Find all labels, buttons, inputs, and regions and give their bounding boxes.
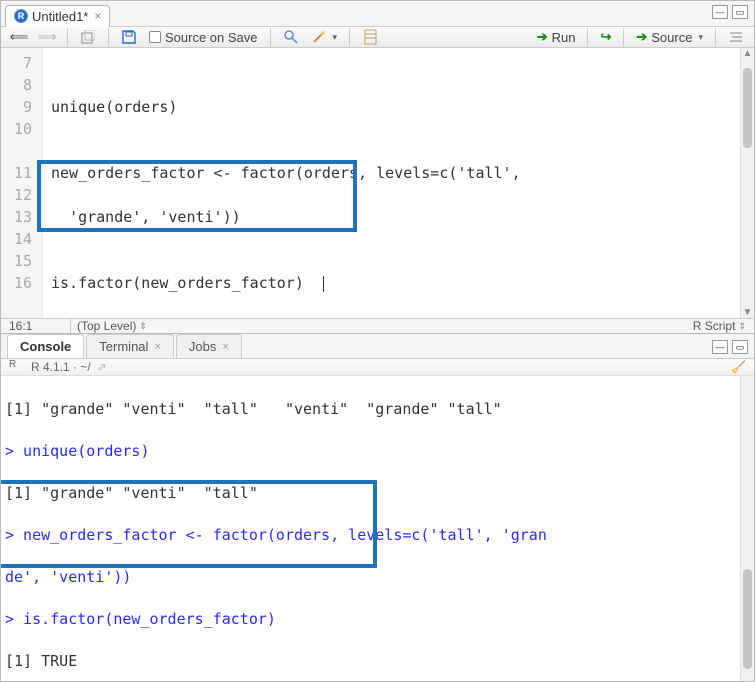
code-line: is.factor(new_orders_factor) (51, 272, 748, 294)
save-button[interactable] (117, 27, 141, 47)
source-label: Source (651, 30, 692, 45)
console-line: [1] TRUE (5, 651, 748, 672)
tab-label: Terminal (99, 339, 148, 354)
close-tab-icon[interactable]: × (154, 341, 160, 353)
line-number: 15 (1, 250, 32, 272)
source-on-save-label: Source on Save (165, 30, 258, 45)
updown-icon: ⇕ (738, 321, 746, 332)
console-pane: Console Terminal × Jobs × — ▭ R R 4.1.1 · … (1, 333, 754, 681)
chevron-down-icon: ▾ (696, 32, 703, 43)
console-line: de', 'venti')) (5, 567, 748, 588)
editor-tabs-bar: R Untitled1* × — ▭ (1, 1, 754, 27)
line-number: 16 (1, 272, 32, 294)
arrow-right-icon: ⟹ (39, 29, 55, 45)
tab-label: Jobs (189, 339, 216, 354)
compile-report-button[interactable] (358, 27, 382, 47)
editor-toolbar: ⟸ ⟹ Source on Save ▾ ➔ Run (1, 27, 754, 48)
console-line: > is.factor(new_orders_factor) (5, 609, 748, 630)
console-header: R R 4.1.1 · ~/ ⇗ 🧹 (1, 359, 754, 376)
popout-icon (80, 29, 96, 45)
editor-scrollbar-vertical[interactable]: ▲ ▼ (740, 48, 754, 318)
updown-icon: ⇕ (139, 321, 147, 332)
popout-icon[interactable]: ⇗ (97, 360, 107, 374)
r-file-icon: R (14, 9, 28, 23)
code-line: 'grande', 'venti')) (51, 206, 748, 228)
clear-console-icon[interactable]: 🧹 (731, 360, 746, 374)
source-button[interactable]: ➔ Source ▾ (632, 27, 707, 47)
maximize-pane-icon[interactable]: ▭ (732, 340, 748, 354)
outline-icon (728, 29, 744, 45)
file-type-label: R Script (693, 319, 736, 333)
editor-status-bar: 16:1 (Top Level) ⇕ R Script ⇕ (1, 318, 754, 333)
scope-label: (Top Level) (77, 319, 136, 333)
text-cursor-icon (323, 276, 324, 292)
scroll-up-icon[interactable]: ▲ (741, 48, 754, 59)
code-area[interactable]: unique(orders) new_orders_factor <- fact… (43, 48, 754, 318)
chevron-down-icon: ▾ (331, 32, 338, 43)
run-button[interactable]: ➔ Run (533, 27, 580, 47)
tab-label: Console (20, 339, 71, 354)
console-line: [1] "grande" "venti" "tall" "venti" "gra… (5, 399, 748, 420)
console-line: > new_orders_factor <- factor(orders, le… (5, 525, 748, 546)
editor-tab-untitled[interactable]: R Untitled1* × (5, 5, 110, 27)
search-icon (283, 29, 299, 45)
line-number: 8 (1, 74, 32, 96)
rerun-button[interactable]: ↪ (596, 27, 615, 47)
minimize-pane-icon[interactable]: — (712, 340, 728, 354)
run-label: Run (552, 30, 576, 45)
line-number (1, 140, 32, 162)
find-button[interactable] (279, 27, 303, 47)
line-number: 7 (1, 52, 32, 74)
minimize-pane-icon[interactable]: — (712, 5, 728, 19)
scroll-down-icon[interactable]: ▼ (741, 307, 754, 318)
line-number: 11 (1, 162, 32, 184)
code-line: new_orders_factor <- factor(orders, leve… (51, 162, 748, 184)
rerun-icon: ↪ (600, 29, 611, 45)
rstudio-window: R Untitled1* × — ▭ ⟸ ⟹ Source on Save (0, 0, 755, 682)
nav-forward-button[interactable]: ⟹ (35, 27, 59, 47)
wand-icon (311, 29, 327, 45)
file-type-selector[interactable]: R Script ⇕ (693, 319, 746, 333)
line-number: 13 (1, 206, 32, 228)
code-line: unique(orders) (51, 96, 748, 118)
source-on-save-toggle[interactable]: Source on Save (145, 28, 262, 47)
code-tools-button[interactable]: ▾ (307, 27, 342, 47)
console-line: > unique(orders) (5, 441, 748, 462)
tab-jobs[interactable]: Jobs × (176, 334, 242, 358)
console-line: [1] "grande" "venti" "tall" (5, 483, 748, 504)
line-number: 14 (1, 228, 32, 250)
line-number: 12 (1, 184, 32, 206)
r-version-label: R 4.1.1 · ~/ (31, 360, 91, 374)
scope-selector[interactable]: (Top Level) ⇕ (77, 319, 147, 333)
notebook-icon (362, 29, 378, 45)
pane-controls: — ▭ (712, 5, 748, 19)
console-output[interactable]: [1] "grande" "venti" "tall" "venti" "gra… (1, 376, 754, 681)
console-tabs-bar: Console Terminal × Jobs × — ▭ (1, 334, 754, 359)
arrow-left-icon: ⟸ (11, 29, 27, 45)
source-arrow-icon: ➔ (636, 29, 647, 45)
scroll-thumb[interactable] (743, 68, 752, 148)
cursor-position: 16:1 (9, 319, 64, 333)
checkbox-icon (149, 31, 161, 43)
tab-console[interactable]: Console (7, 334, 84, 358)
outline-button[interactable] (724, 27, 748, 47)
source-editor: 7 8 9 10 11 12 13 14 15 16 unique(orders… (1, 48, 754, 333)
save-icon (121, 29, 137, 45)
r-logo-icon: R (9, 359, 25, 375)
line-gutter: 7 8 9 10 11 12 13 14 15 16 (1, 48, 43, 318)
show-in-new-window-button[interactable] (76, 27, 100, 47)
run-arrow-icon: ➔ (537, 29, 548, 45)
scroll-thumb[interactable] (743, 569, 752, 669)
close-tab-icon[interactable]: × (222, 341, 228, 353)
console-scrollbar-vertical[interactable] (740, 376, 754, 681)
tab-terminal[interactable]: Terminal × (86, 334, 174, 358)
line-number: 10 (1, 118, 32, 140)
close-tab-icon[interactable]: × (92, 9, 101, 23)
line-number: 9 (1, 96, 32, 118)
editor-tab-label: Untitled1* (32, 9, 88, 24)
maximize-pane-icon[interactable]: ▭ (732, 5, 748, 19)
nav-back-button[interactable]: ⟸ (7, 27, 31, 47)
pane-controls: — ▭ (712, 340, 748, 354)
